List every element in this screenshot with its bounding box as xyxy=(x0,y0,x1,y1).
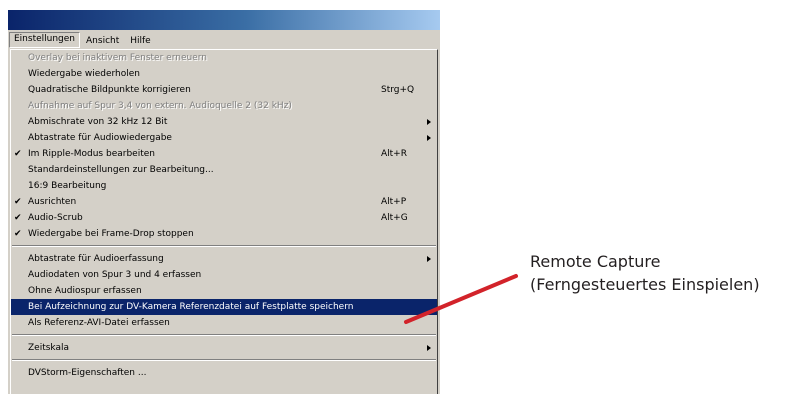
menu-item-audiodaten-von-spur-3-und-4-erfassen[interactable]: Audiodaten von Spur 3 und 4 erfassen xyxy=(11,267,437,283)
callout-label: Remote Capture (Ferngesteuertes Einspiel… xyxy=(530,250,760,296)
menu-item-label: DVStorm-Eigenschaften ... xyxy=(28,368,147,378)
menu-item-ausrichten[interactable]: ✔ Ausrichten Alt+P xyxy=(11,194,437,210)
menu-item-zeitskala[interactable]: Zeitskala xyxy=(11,340,437,356)
menu-einstellungen[interactable]: Einstellungen xyxy=(9,31,81,48)
callout-line-2: (Ferngesteuertes Einspielen) xyxy=(530,275,760,294)
menu-separator xyxy=(11,242,437,251)
menu-item-label: Abtastrate für Audiowiedergabe xyxy=(28,133,172,143)
checkmark-icon: ✔ xyxy=(14,197,22,207)
submenu-arrow-icon xyxy=(427,345,431,351)
menu-item-label: Quadratische Bildpunkte korrigieren xyxy=(28,85,191,95)
shortcut-label: Alt+G xyxy=(381,213,408,223)
menu-item-label: Ausrichten xyxy=(28,197,77,207)
callout-line-1: Remote Capture xyxy=(530,252,661,271)
menu-item-overlay-bei-inaktivem-fenster-erneuern: Overlay bei inaktivem Fenster erneuern xyxy=(11,50,437,66)
menu-bar: Einstellungen Ansicht Hilfe xyxy=(8,30,440,49)
menu-item-wiedergabe-wiederholen[interactable]: Wiedergabe wiederholen xyxy=(11,66,437,82)
menu-item-quadratische-bildpunkte-korrigieren[interactable]: Quadratische Bildpunkte korrigieren Strg+… xyxy=(11,82,437,98)
settings-dropdown-menu: Overlay bei inaktivem Fenster erneuern Wi… xyxy=(10,49,438,394)
title-bar xyxy=(8,10,440,30)
checkmark-icon: ✔ xyxy=(14,229,22,239)
menu-item-16-9-bearbeitung[interactable]: 16:9 Bearbeitung xyxy=(11,178,437,194)
menu-item-label: Wiedergabe bei Frame-Drop stoppen xyxy=(28,229,194,239)
shortcut-label: Alt+P xyxy=(381,197,407,207)
menu-item-label: Audio-Scrub xyxy=(28,213,83,223)
menu-item-dvstorm-eigenschaften[interactable]: DVStorm-Eigenschaften ... xyxy=(11,365,437,381)
menu-item-label: Im Ripple-Modus bearbeiten xyxy=(28,149,155,159)
menu-item-label: 16:9 Bearbeitung xyxy=(28,181,107,191)
submenu-arrow-icon xyxy=(427,119,431,125)
menu-item-label: Aufnahme auf Spur 3,4 von extern. Audioq… xyxy=(28,101,292,111)
menu-item-aufnahme-auf-spur-3-4-von-extern-audioqu: Aufnahme auf Spur 3,4 von extern. Audioq… xyxy=(11,98,437,114)
submenu-arrow-icon xyxy=(427,256,431,262)
menu-item-label: Abmischrate von 32 kHz 12 Bit xyxy=(28,117,168,127)
menu-item-label: Overlay bei inaktivem Fenster erneuern xyxy=(28,53,207,63)
menu-item-audio-scrub[interactable]: ✔ Audio-Scrub Alt+G xyxy=(11,210,437,226)
menu-item-abtastrate-fuer-audioerfassung[interactable]: Abtastrate für Audioerfassung xyxy=(11,251,437,267)
menu-hilfe[interactable]: Hilfe xyxy=(125,33,155,47)
screenshot-window: Einstellungen Ansicht Hilfe Overlay bei in… xyxy=(8,10,440,394)
menu-item-label: Zeitskala xyxy=(28,343,70,353)
menu-ansicht[interactable]: Ansicht xyxy=(81,33,124,47)
menu-item-im-ripple-modus-bearbeiten[interactable]: ✔ Im Ripple-Modus bearbeiten Alt+R xyxy=(11,146,437,162)
menu-item-label: Audiodaten von Spur 3 und 4 erfassen xyxy=(28,270,202,280)
menu-item-label: Bei Aufzeichnung zur DV-Kamera Referenzd… xyxy=(28,302,354,312)
submenu-arrow-icon xyxy=(427,135,431,141)
menu-item-ohne-audiospur-erfassen[interactable]: Ohne Audiospur erfassen xyxy=(11,283,437,299)
menu-item-label: Wiedergabe wiederholen xyxy=(28,69,141,79)
menu-item-als-referenz-avi-datei-erfassen[interactable]: Als Referenz-AVI-Datei erfassen xyxy=(11,315,437,331)
checkmark-icon: ✔ xyxy=(14,213,22,223)
checkmark-icon: ✔ xyxy=(14,149,22,159)
menu-separator xyxy=(11,331,437,340)
menu-item-label: Als Referenz-AVI-Datei erfassen xyxy=(28,318,170,328)
menu-item-abtastrate-fuer-audiowiedergabe[interactable]: Abtastrate für Audiowiedergabe xyxy=(11,130,437,146)
menu-item-standardeinstellungen-zur-bearbeitung[interactable]: Standardeinstellungen zur Bearbeitung... xyxy=(11,162,437,178)
shortcut-label: Strg+Q xyxy=(381,85,415,95)
menu-item-label: Ohne Audiospur erfassen xyxy=(28,286,142,296)
shortcut-label: Alt+R xyxy=(381,149,407,159)
menu-item-abmischrate-von-32-khz-12-bit[interactable]: Abmischrate von 32 kHz 12 Bit xyxy=(11,114,437,130)
menu-item-bei-aufzeichnung-zur-dv-kamera-referenzd[interactable]: Bei Aufzeichnung zur DV-Kamera Referenzd… xyxy=(11,299,437,315)
menu-separator xyxy=(11,356,437,365)
menu-item-wiedergabe-bei-frame-drop-stoppen[interactable]: ✔ Wiedergabe bei Frame-Drop stoppen xyxy=(11,226,437,242)
menu-item-label: Standardeinstellungen zur Bearbeitung... xyxy=(28,165,214,175)
menu-item-label: Abtastrate für Audioerfassung xyxy=(28,254,164,264)
